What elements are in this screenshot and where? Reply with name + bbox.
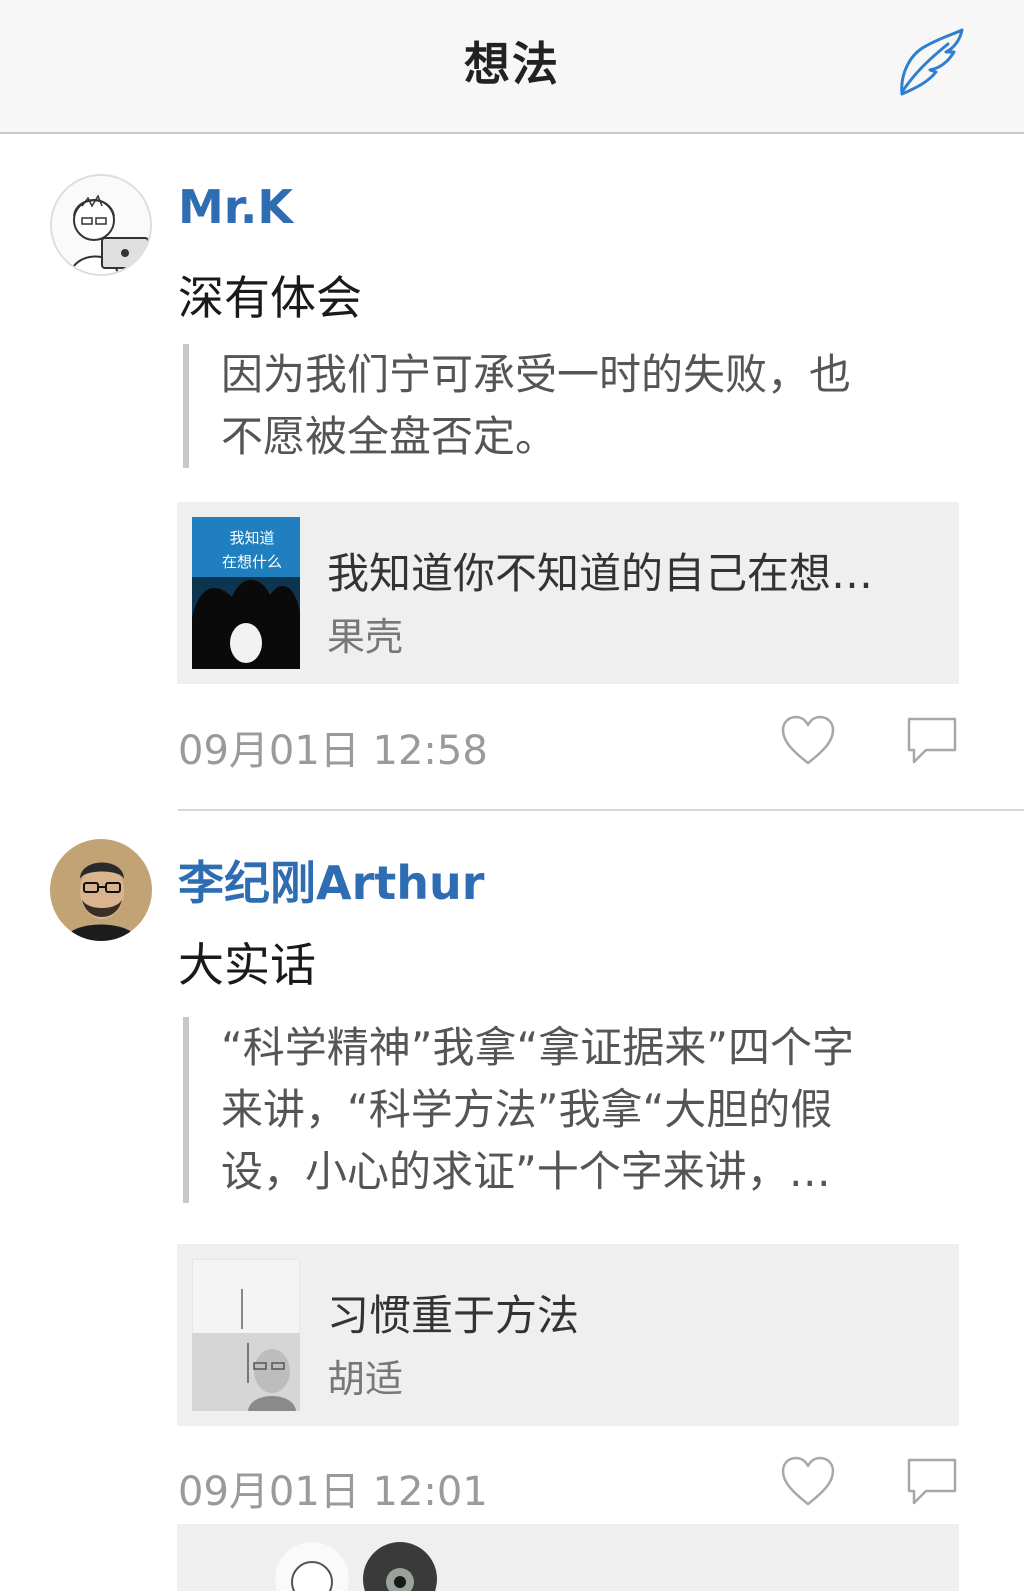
- feed-list: Mr.K 深有体会 因为我们宁可承受一时的失败，也 不愿被全盘否定。 我知道 在…: [0, 134, 1024, 1551]
- quote-line: 因为我们宁可承受一时的失败，也: [221, 350, 852, 399]
- book-author: 胡适: [327, 1357, 404, 1401]
- post-comment: 大实话: [178, 938, 316, 992]
- avatar-photo: [363, 1542, 437, 1591]
- avatar[interactable]: [363, 1542, 437, 1591]
- post-timestamp: 09月01日 12:01: [178, 1469, 488, 1515]
- avatar[interactable]: [50, 839, 152, 941]
- feed-post[interactable]: 李纪刚Arthur 大实话 “科学精神”我拿“拿证据来”四个字 来讲，“科学方法…: [0, 811, 1024, 1551]
- liked-by-strip[interactable]: [177, 1524, 959, 1591]
- quote-block: “科学精神”我拿“拿证据来”四个字 来讲，“科学方法”我拿“大胆的假 设，小心的…: [183, 1017, 943, 1203]
- username-link[interactable]: 李纪刚Arthur: [178, 847, 484, 913]
- book-cover-subtitle: 在想什么: [222, 553, 282, 571]
- avatar-illustration: [52, 176, 150, 274]
- like-button[interactable]: [780, 714, 836, 768]
- quote-block: 因为我们宁可承受一时的失败，也 不愿被全盘否定。: [183, 344, 943, 468]
- book-title: 习惯重于方法: [327, 1291, 580, 1340]
- quote-line: “科学精神”我拿“拿证据来”四个字: [221, 1023, 855, 1072]
- speech-bubble-icon: [907, 1458, 957, 1505]
- compose-button[interactable]: [896, 24, 968, 102]
- book-title: 我知道你不知道的自己在想…: [327, 549, 874, 598]
- post-comment: 深有体会: [178, 271, 362, 325]
- page-title: 想法: [464, 37, 560, 91]
- username-link[interactable]: Mr.K: [178, 180, 293, 234]
- nav-bar: 想法: [0, 0, 1024, 134]
- avatar[interactable]: [50, 174, 152, 276]
- quote-line: 不愿被全盘否定。: [221, 412, 558, 461]
- like-button[interactable]: [780, 1455, 836, 1509]
- book-card[interactable]: 习惯重于方法 胡适: [177, 1244, 959, 1426]
- post-timestamp: 09月01日 12:58: [178, 728, 488, 774]
- book-cover-title: 我知道: [229, 529, 274, 547]
- feed-post[interactable]: Mr.K 深有体会 因为我们宁可承受一时的失败，也 不愿被全盘否定。 我知道 在…: [0, 134, 1024, 811]
- avatar[interactable]: [275, 1542, 349, 1591]
- avatar-photo: [50, 839, 152, 941]
- book-cover-image: 我知道 在想什么: [192, 517, 300, 669]
- comment-button[interactable]: [904, 1455, 960, 1509]
- heart-icon: [781, 1456, 835, 1506]
- comment-button[interactable]: [904, 714, 960, 768]
- book-card[interactable]: 我知道 在想什么 我知道你不知道的自己在想… 果壳: [177, 502, 959, 684]
- quill-icon: [900, 28, 964, 96]
- quote-line: 来讲，“科学方法”我拿“大胆的假: [221, 1085, 833, 1134]
- speech-bubble-icon: [907, 717, 957, 764]
- book-author: 果壳: [327, 615, 404, 659]
- quote-line: 设，小心的求证”十个字来讲，…: [221, 1147, 831, 1196]
- book-cover-image: [192, 1259, 300, 1411]
- avatar-illustration: [275, 1542, 349, 1591]
- heart-icon: [781, 715, 835, 765]
